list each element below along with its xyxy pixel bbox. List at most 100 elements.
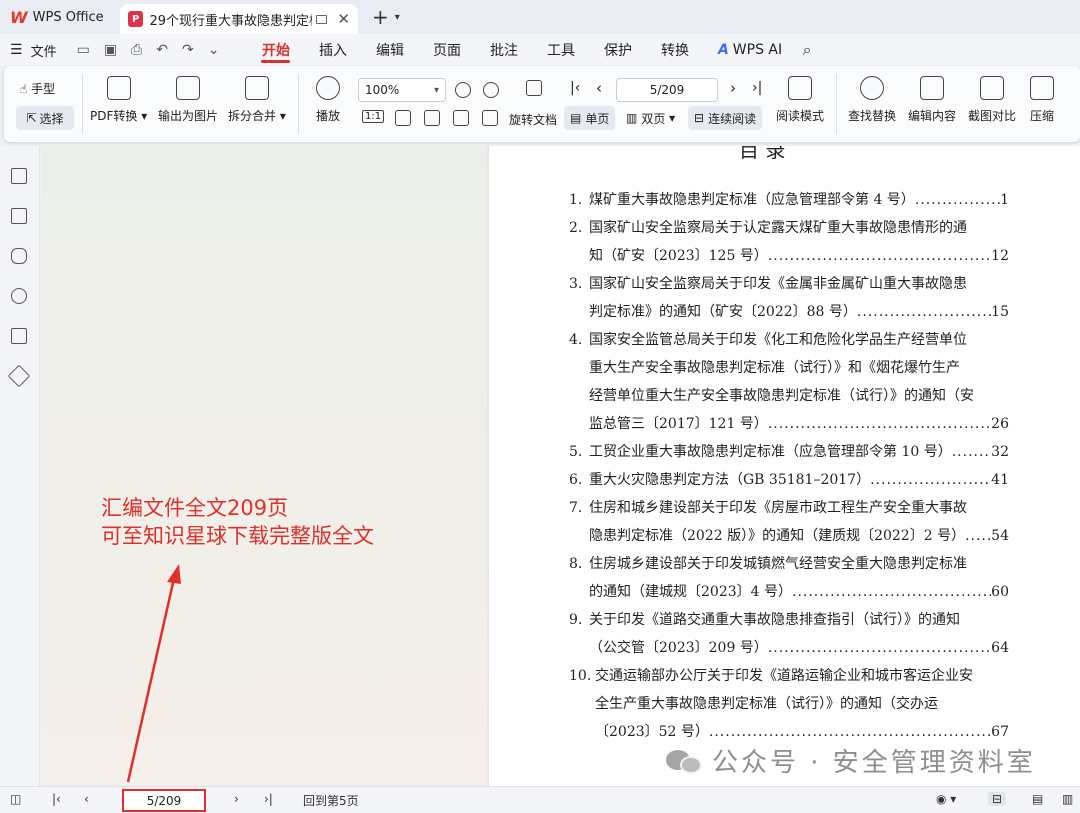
actual-size-label: 1:1 bbox=[365, 111, 382, 122]
zoom-select[interactable]: 100% ▾ bbox=[358, 78, 446, 102]
status-bar: ◫ |‹ ‹ 5/209 › ›| 回到第5页 ◉ ▾ ⊟ ▤ ▥ bbox=[0, 786, 1080, 813]
first-page-icon[interactable]: |‹ bbox=[570, 80, 580, 96]
thumbnail-icon[interactable] bbox=[11, 208, 27, 224]
book-icon bbox=[788, 76, 812, 100]
eye-icon[interactable]: ◉ ▾ bbox=[936, 792, 956, 806]
compress-button[interactable]: 压缩 bbox=[1030, 76, 1054, 124]
tab-convert[interactable]: 转换 bbox=[646, 34, 703, 66]
document-canvas[interactable]: 目 录 1.煤矿重大事故隐患判定标准（应急管理部令第 4 号）12.国家矿山安全… bbox=[41, 146, 1080, 786]
print-icon[interactable]: ⎙ bbox=[131, 42, 142, 58]
file-menu[interactable]: 文件 bbox=[31, 41, 57, 60]
screenshot-compare-label: 截图对比 bbox=[968, 109, 1017, 123]
split-merge-icon bbox=[244, 76, 269, 100]
search-icon[interactable]: ⌕ bbox=[803, 40, 812, 60]
tab-page[interactable]: 页面 bbox=[418, 34, 475, 66]
more-chevron-icon[interactable]: ⌄ bbox=[208, 42, 220, 58]
plus-icon: + bbox=[372, 5, 389, 29]
page-number-input[interactable]: 5/209 bbox=[616, 78, 718, 102]
menu-bar: ☰ 文件 ▭ ▣ ⎙ ↶ ↷ ⌄ 开始 插入 编辑 页面 批注 工具 保护 转换… bbox=[0, 34, 1080, 66]
search-icon bbox=[860, 76, 884, 100]
first-page-icon[interactable]: |‹ bbox=[52, 792, 61, 806]
fit-page-icon[interactable] bbox=[395, 110, 411, 126]
bookmark-icon[interactable] bbox=[11, 168, 27, 184]
export-image-button[interactable]: 输出为图片 bbox=[158, 76, 218, 124]
hand-tool-button[interactable]: ☝ 手型 bbox=[20, 80, 55, 97]
hand-tool-label: 手型 bbox=[31, 82, 56, 96]
watermark: 公众号 · 安全管理资料室 bbox=[666, 742, 1036, 779]
goto-page-link[interactable]: 回到第5页 bbox=[303, 792, 359, 809]
comment-icon[interactable] bbox=[11, 248, 27, 264]
new-tab-button[interactable]: + ▾ bbox=[358, 0, 400, 34]
chevron-down-icon: ▾ bbox=[394, 11, 400, 23]
hamburger-icon[interactable]: ☰ bbox=[10, 42, 23, 58]
monitor-icon[interactable] bbox=[315, 14, 328, 24]
single-page-button[interactable]: ▤ 单页 bbox=[564, 106, 616, 130]
last-page-icon[interactable]: ›| bbox=[752, 80, 762, 96]
double-page-label: 双页 bbox=[641, 111, 666, 126]
rotate-right-icon[interactable] bbox=[482, 110, 498, 126]
close-tab-icon[interactable]: ✕ bbox=[337, 10, 350, 28]
folder-icon[interactable]: ▭ bbox=[77, 42, 90, 58]
redo-icon[interactable]: ↷ bbox=[182, 42, 194, 58]
prev-page-icon[interactable]: ‹ bbox=[596, 79, 602, 97]
actual-size-icon[interactable]: 1:1 bbox=[362, 110, 385, 123]
select-tool-button[interactable]: ⇱ 选择 bbox=[16, 106, 74, 130]
fit-width-icon[interactable] bbox=[424, 110, 440, 126]
status-page-input[interactable]: 5/209 bbox=[122, 789, 206, 812]
zoom-out-icon[interactable] bbox=[455, 82, 471, 98]
tab-wps-ai[interactable]: A WPS AI bbox=[703, 34, 796, 66]
menu-tabs: 开始 插入 编辑 页面 批注 工具 保护 转换 A WPS AI bbox=[247, 34, 796, 66]
sidebar-toggle-icon[interactable]: ◫ bbox=[10, 792, 21, 806]
document-tab[interactable]: P 29个现行重大事故隐患判定标准 ✕ bbox=[120, 4, 358, 34]
signature-icon[interactable] bbox=[11, 328, 27, 344]
pdf-convert-icon bbox=[106, 76, 131, 100]
split-merge-button[interactable]: 拆分合并 ▾ bbox=[228, 76, 286, 124]
undo-icon[interactable]: ↶ bbox=[156, 42, 168, 58]
ribbon-toolbar: ☝ 手型 ⇱ 选择 PDF转换 ▾ 输出为图片 拆分合并 ▾ 播放 100% ▾ 1… bbox=[4, 66, 1080, 142]
next-page-icon[interactable]: › bbox=[234, 792, 239, 806]
zoom-value: 100% bbox=[365, 83, 400, 97]
tab-start[interactable]: 开始 bbox=[247, 34, 304, 66]
save-icon[interactable]: ▣ bbox=[104, 42, 117, 58]
attachment-icon[interactable] bbox=[11, 288, 27, 304]
tab-insert[interactable]: 插入 bbox=[304, 34, 361, 66]
continuous-read-label: 连续阅读 bbox=[708, 111, 757, 126]
tab-tools[interactable]: 工具 bbox=[532, 34, 589, 66]
read-mode-button[interactable]: 阅读模式 bbox=[776, 76, 824, 124]
rotate-icon[interactable] bbox=[526, 80, 542, 96]
title-bar: W WPS Office P 29个现行重大事故隐患判定标准 ✕ + ▾ bbox=[0, 0, 1080, 34]
export-image-label: 输出为图片 bbox=[158, 109, 219, 123]
zoom-in-icon[interactable] bbox=[483, 82, 499, 98]
double-page-button[interactable]: ▥ 双页 ▾ bbox=[620, 106, 681, 130]
tab-protect[interactable]: 保护 bbox=[589, 34, 646, 66]
ai-icon: A bbox=[717, 42, 729, 58]
pdf-convert-label: PDF转换 bbox=[90, 109, 138, 123]
single-view-icon[interactable]: ▤ bbox=[1032, 792, 1043, 806]
rotate-doc-label[interactable]: 旋转文档 bbox=[509, 111, 557, 128]
ribbon-divider bbox=[836, 74, 837, 134]
single-page-icon: ▤ bbox=[570, 111, 582, 125]
continuous-view-icon[interactable]: ⊟ bbox=[988, 792, 1007, 806]
double-page-icon: ▥ bbox=[626, 111, 638, 125]
next-page-icon[interactable]: › bbox=[730, 79, 736, 97]
layers-icon[interactable] bbox=[7, 364, 31, 388]
cursor-icon: ⇱ bbox=[26, 111, 37, 125]
app-brand[interactable]: W WPS Office bbox=[0, 0, 118, 34]
wechat-icon bbox=[666, 746, 704, 776]
tab-annotate[interactable]: 批注 bbox=[475, 34, 532, 66]
edit-content-button[interactable]: 编辑内容 bbox=[908, 76, 956, 124]
tab-edit[interactable]: 编辑 bbox=[361, 34, 418, 66]
pdf-convert-button[interactable]: PDF转换 ▾ bbox=[90, 76, 147, 124]
ribbon-divider bbox=[82, 74, 83, 134]
continuous-read-button[interactable]: ⊟ 连续阅读 bbox=[688, 106, 763, 130]
rotate-left-icon[interactable] bbox=[453, 110, 469, 126]
find-replace-button[interactable]: 查找替换 bbox=[848, 76, 896, 124]
double-view-icon[interactable]: ▥ bbox=[1062, 792, 1073, 806]
prev-page-icon[interactable]: ‹ bbox=[84, 792, 89, 806]
pdf-icon: P bbox=[128, 11, 144, 27]
play-button[interactable]: 播放 bbox=[316, 76, 340, 124]
select-tool-label: 选择 bbox=[39, 111, 64, 126]
app-name: WPS Office bbox=[32, 9, 104, 25]
last-page-icon[interactable]: ›| bbox=[264, 792, 273, 806]
screenshot-compare-button[interactable]: 截图对比 bbox=[968, 76, 1016, 124]
